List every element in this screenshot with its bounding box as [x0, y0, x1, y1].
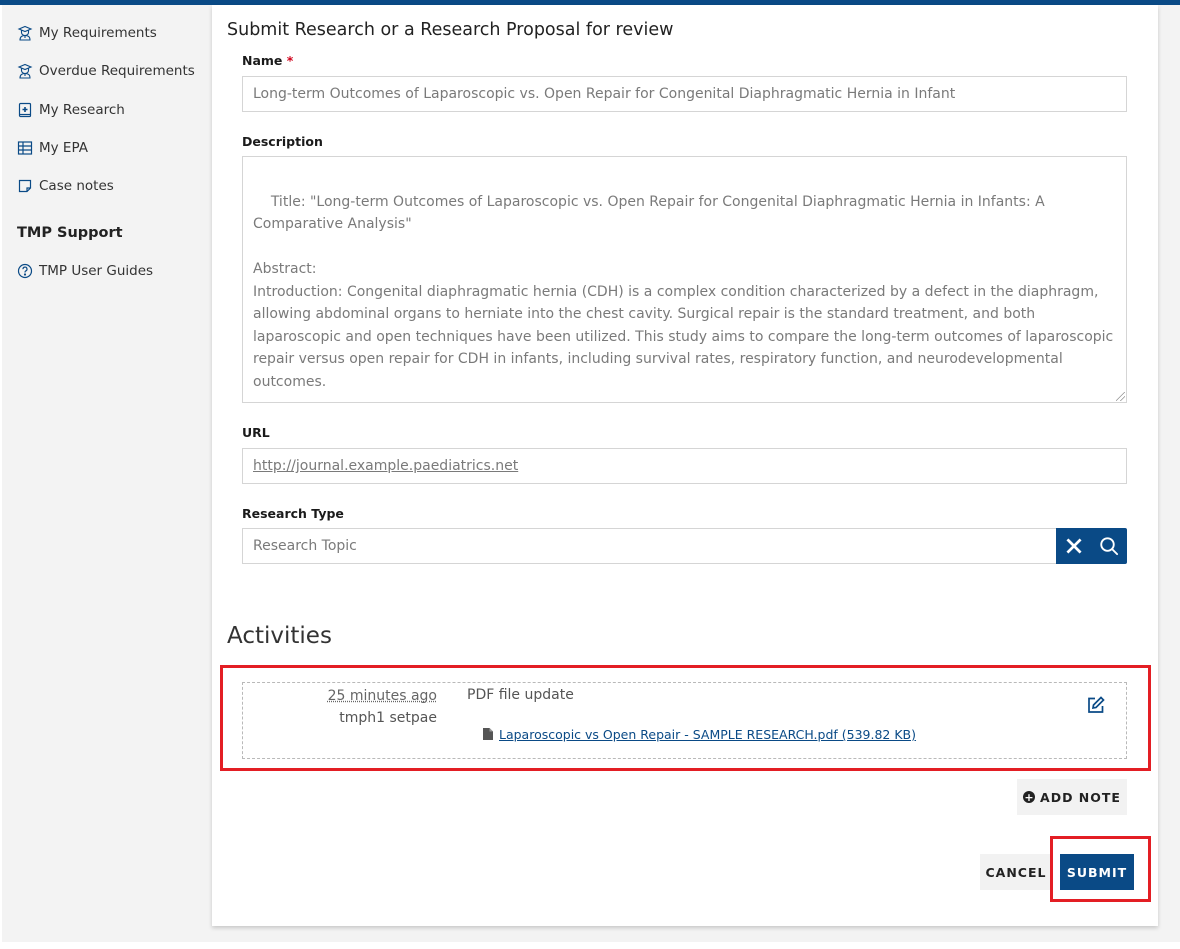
note-icon: [17, 178, 33, 194]
submit-button[interactable]: SUBMIT: [1060, 854, 1134, 890]
page-title: Submit Research or a Research Proposal f…: [227, 20, 674, 40]
name-label: Name *: [242, 53, 293, 68]
required-mark: *: [286, 53, 294, 68]
book-plus-icon: [17, 102, 33, 118]
research-type-actions: [1056, 528, 1127, 564]
sidebar-item-my-research[interactable]: My Research: [17, 99, 125, 121]
resize-handle[interactable]: [1116, 392, 1125, 401]
activity-file: Laparoscopic vs Open Repair - SAMPLE RES…: [483, 725, 916, 744]
cancel-button[interactable]: CANCEL: [980, 854, 1052, 890]
file-icon: [483, 725, 493, 744]
close-icon[interactable]: [1062, 534, 1086, 558]
sidebar-item-case-notes[interactable]: Case notes: [17, 175, 114, 197]
description-text: Title: "Long-term Outcomes of Laparoscop…: [253, 193, 1114, 390]
question-circle-icon: [17, 263, 33, 279]
sidebar-item-label: My Requirements: [39, 25, 157, 41]
name-input[interactable]: Long-term Outcomes of Laparoscopic vs. O…: [242, 76, 1127, 112]
sidebar-item-my-epa[interactable]: My EPA: [17, 137, 88, 159]
sidebar-item-my-requirements[interactable]: My Requirements: [17, 22, 157, 44]
research-type-input[interactable]: Research Topic: [242, 528, 1057, 564]
sidebar-item-label: My Research: [39, 102, 125, 118]
sidebar-item-label: Case notes: [39, 178, 114, 194]
edit-icon[interactable]: [1086, 695, 1106, 715]
name-label-text: Name: [242, 53, 283, 68]
activities-heading: Activities: [227, 623, 332, 649]
activity-time: 25 minutes ago: [327, 688, 437, 704]
add-note-button[interactable]: + ADD NOTE: [1017, 779, 1127, 815]
sidebar-item-label: Overdue Requirements: [39, 63, 195, 79]
graduate-icon: [17, 25, 33, 41]
file-download-link[interactable]: Laparoscopic vs Open Repair - SAMPLE RES…: [499, 727, 916, 742]
activity-user: tmph1 setpae: [339, 710, 437, 726]
sidebar-item-label: My EPA: [39, 140, 88, 156]
research-type-label: Research Type: [242, 506, 344, 521]
sidebar-item-user-guides[interactable]: TMP User Guides: [17, 260, 153, 282]
url-label: URL: [242, 425, 270, 440]
sidebar-item-overdue-requirements[interactable]: Overdue Requirements: [17, 60, 195, 82]
table-icon: [17, 140, 33, 156]
activity-title: PDF file update: [467, 687, 574, 703]
add-note-label: ADD NOTE: [1040, 789, 1121, 805]
url-value: http://journal.example.paediatrics.net: [253, 458, 519, 474]
activity-item: 25 minutes ago tmph1 setpae PDF file upd…: [242, 682, 1127, 759]
url-input[interactable]: http://journal.example.paediatrics.net: [242, 448, 1127, 484]
sidebar-heading-support: TMP Support: [17, 225, 123, 241]
description-textarea[interactable]: Title: "Long-term Outcomes of Laparoscop…: [242, 156, 1127, 403]
search-icon[interactable]: [1097, 534, 1121, 558]
plus-circle-icon: +: [1023, 790, 1036, 804]
description-label: Description: [242, 134, 323, 149]
sidebar-item-label: TMP User Guides: [39, 263, 154, 279]
research-form-panel: Submit Research or a Research Proposal f…: [212, 5, 1158, 926]
graduate-icon: [17, 63, 33, 79]
